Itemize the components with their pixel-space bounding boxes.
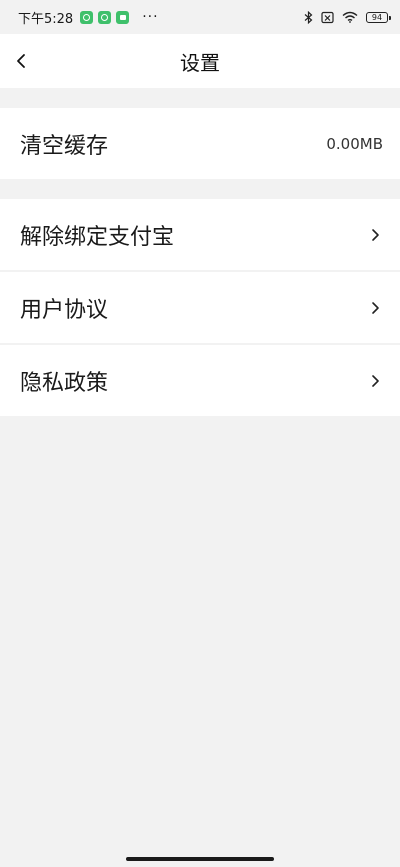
battery-icon: 94 [366, 11, 391, 23]
user-agreement-label: 用户协议 [20, 297, 109, 323]
status-bar: 下午5:28 ··· 94 [0, 0, 400, 34]
unbind-alipay-label: 解除绑定支付宝 [20, 224, 175, 250]
chevron-right-icon [372, 228, 379, 241]
wifi-icon [342, 11, 358, 23]
app-badge-icon [116, 10, 130, 24]
nav-bar: 设置 [0, 34, 400, 88]
clear-cache-label: 清空缓存 [20, 133, 109, 159]
home-indicator[interactable] [126, 857, 274, 861]
status-time: 下午5:28 [18, 11, 74, 27]
chevron-right-icon [372, 374, 379, 387]
section-gap [0, 179, 400, 199]
status-right: 94 [304, 10, 391, 24]
sim-off-icon [321, 11, 334, 23]
privacy-policy-label: 隐私政策 [20, 370, 109, 396]
user-agreement-row[interactable]: 用户协议 [0, 272, 400, 343]
status-left: 下午5:28 ··· [18, 8, 159, 27]
privacy-policy-row[interactable]: 隐私政策 [0, 345, 400, 416]
unbind-alipay-row[interactable]: 解除绑定支付宝 [0, 199, 400, 270]
back-button[interactable] [10, 49, 34, 73]
bluetooth-icon [304, 10, 313, 24]
app-badge-icon [80, 10, 94, 24]
app-badge-icon [98, 10, 112, 24]
more-notifications-icon: ··· [142, 9, 159, 25]
section-gap [0, 88, 400, 108]
cache-size-value: 0.00MB [326, 134, 383, 153]
chevron-right-icon [372, 301, 379, 314]
page-title: 设置 [180, 50, 220, 75]
clear-cache-row[interactable]: 清空缓存 0.00MB [0, 108, 400, 179]
